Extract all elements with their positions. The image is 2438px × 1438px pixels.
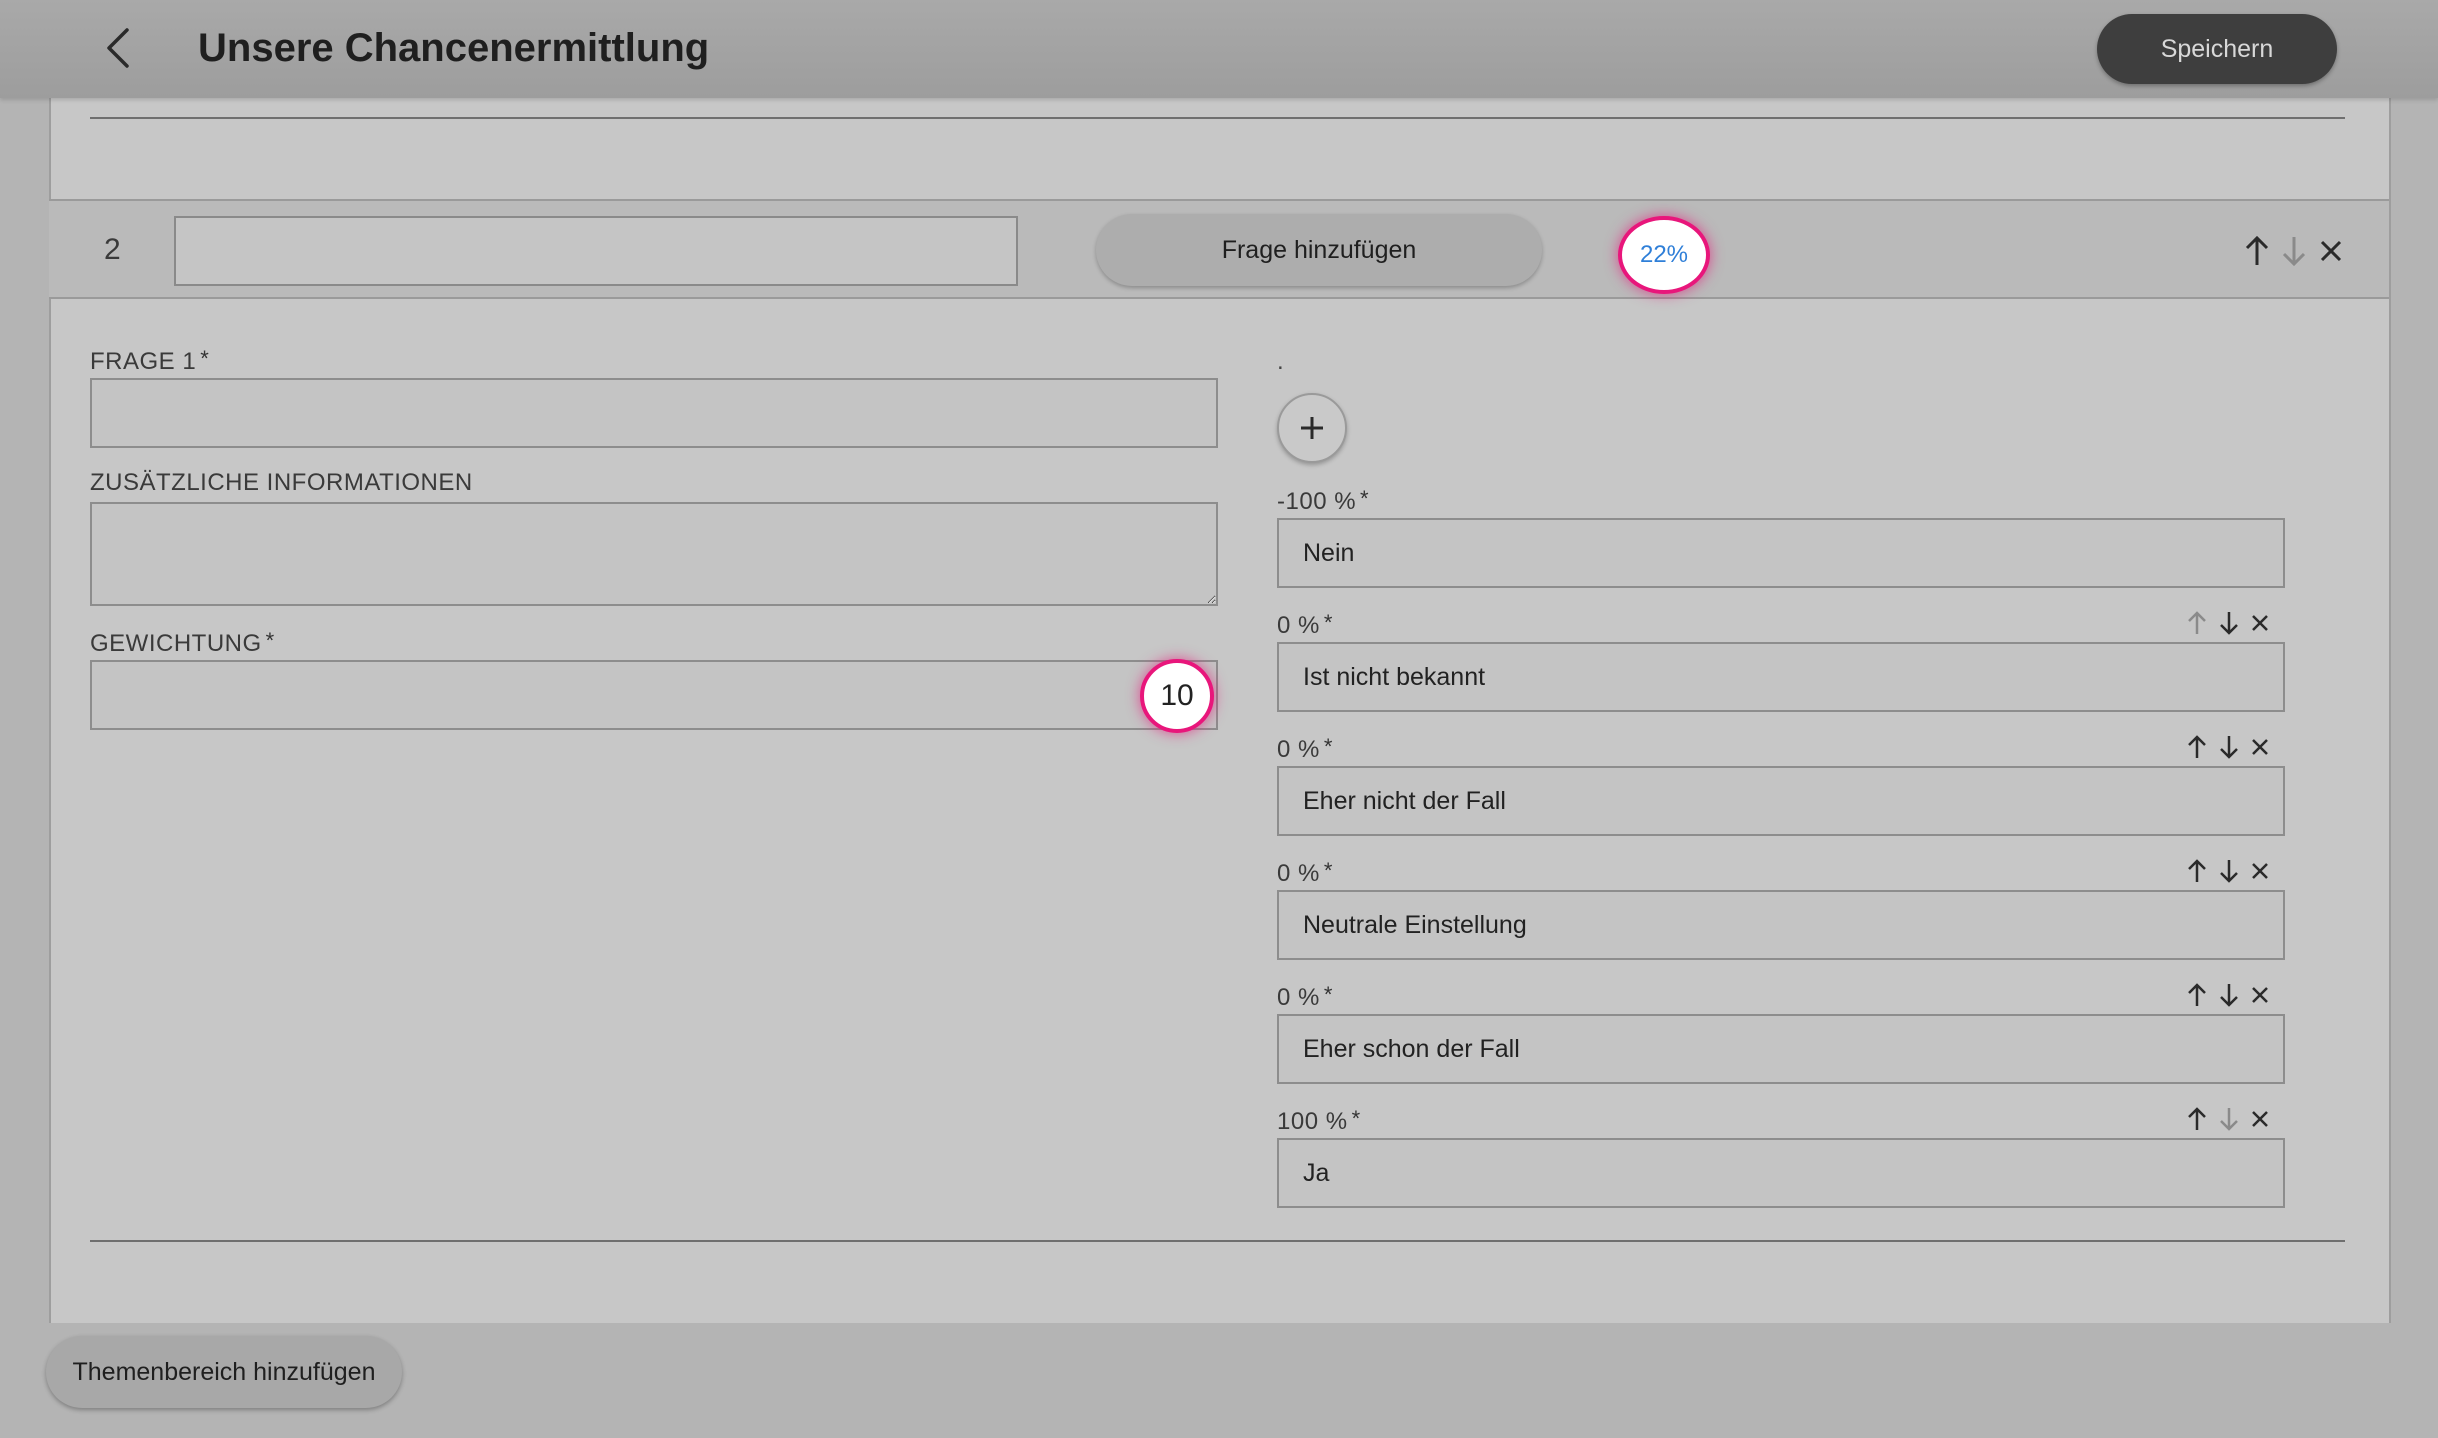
answer-move-up-button[interactable] [2183,732,2211,762]
app-header: Unsere Chancenermittlung Speichern [0,0,2438,98]
answer-input[interactable]: Eher nicht der Fall [1277,766,2285,836]
answer-percent-label: 0 % * [1277,856,1333,889]
section-percent-badge: 22% [1618,216,1710,294]
answer-move-down-button[interactable] [2215,732,2243,762]
back-button[interactable] [96,22,140,74]
weight-value-badge: 10 [1140,659,1214,733]
answer-percent-text: 100 % [1277,1108,1348,1135]
answer-move-down-button[interactable] [2215,856,2243,886]
plus-icon [1301,417,1323,439]
answer-move-up-button[interactable] [2183,856,2211,886]
answer-move-down-button[interactable] [2215,1104,2243,1134]
arrow-up-icon [2188,735,2206,758]
answer-percent-text: 0 % [1277,736,1320,763]
section-number: 2 [104,233,121,266]
weight-label-text: GEWICHTUNG [90,630,262,657]
arrow-down-icon [2220,1108,2238,1131]
close-icon [2252,863,2268,879]
answer-delete-button[interactable] [2247,981,2273,1009]
arrow-down-icon [2220,984,2238,1007]
answer-input[interactable]: Ja [1277,1138,2285,1208]
answer-percent-text: 0 % [1277,860,1320,887]
arrow-down-icon [2220,860,2238,883]
arrow-up-icon [2188,611,2206,634]
arrow-down-icon [2220,612,2238,635]
page-title: Unsere Chancenermittlung [198,26,710,70]
question-label-text: FRAGE 1 [90,348,197,375]
answer-delete-button[interactable] [2247,733,2273,761]
answer-input[interactable]: Nein [1277,518,2285,588]
answer-move-down-button[interactable] [2215,980,2243,1010]
answer-text: Ist nicht bekannt [1303,662,1486,691]
required-marker: * [1360,486,1370,511]
close-icon [2252,615,2268,631]
answer-text: Ja [1303,1158,1330,1187]
divider-top [90,117,2345,119]
answer-percent-text: -100 % [1277,488,1357,515]
required-marker: * [1351,1106,1361,1131]
info-textarea[interactable] [90,502,1218,606]
answer-move-up-button[interactable] [2183,1104,2211,1134]
question-input[interactable] [90,378,1218,448]
answer-move-down-button[interactable] [2215,608,2243,638]
answer-text: Eher nicht der Fall [1303,786,1506,815]
weight-label: GEWICHTUNG * [90,626,275,659]
close-icon [2252,1111,2268,1127]
close-icon [2252,739,2268,755]
required-marker: * [265,628,275,653]
required-marker: * [1323,734,1333,759]
arrow-up-icon [2245,235,2269,265]
answer-delete-button[interactable] [2247,1105,2273,1133]
arrow-up-icon [2188,1107,2206,1130]
answer-percent-label: 0 % * [1277,732,1333,765]
answers-marker: . [1277,348,1284,375]
arrow-up-icon [2188,859,2206,882]
answer-input[interactable]: Eher schon der Fall [1277,1014,2285,1084]
section-move-down-button[interactable] [2279,234,2309,268]
arrow-down-icon [2282,237,2306,267]
answer-percent-text: 0 % [1277,984,1320,1011]
answer-percent-text: 0 % [1277,612,1320,639]
add-topic-button[interactable]: Themenbereich hinzufügen [46,1336,402,1408]
answer-delete-button[interactable] [2247,857,2273,885]
answer-percent-label: 0 % * [1277,608,1333,641]
required-marker: * [200,346,210,371]
required-marker: * [1323,858,1333,883]
answer-text: Nein [1303,538,1355,567]
question-label: FRAGE 1 * [90,344,209,377]
answer-text: Eher schon der Fall [1303,1034,1520,1063]
arrow-down-icon [2220,736,2238,759]
close-icon [2320,240,2342,262]
divider-bottom [90,1240,2345,1242]
add-question-button[interactable]: Frage hinzufügen [1096,214,1542,286]
answer-input[interactable]: Ist nicht bekannt [1277,642,2285,712]
arrow-up-icon [2188,983,2206,1006]
answer-percent-label: -100 % * [1277,484,1369,517]
info-label: ZUSÄTZLICHE INFORMATIONEN [90,469,473,496]
chevron-left-icon [107,28,129,68]
required-marker: * [1323,610,1333,635]
answer-move-up-button[interactable] [2183,980,2211,1010]
answer-delete-button[interactable] [2247,609,2273,637]
answer-percent-label: 100 % * [1277,1104,1361,1137]
answer-move-up-button[interactable] [2183,608,2211,638]
answer-text: Neutrale Einstellung [1303,910,1527,939]
weight-input[interactable] [90,660,1218,730]
required-marker: * [1323,982,1333,1007]
answer-input[interactable]: Neutrale Einstellung [1277,890,2285,960]
section-name-input[interactable] [174,216,1018,286]
section-move-up-button[interactable] [2242,234,2272,268]
section-delete-button[interactable] [2316,236,2346,266]
close-icon [2252,987,2268,1003]
add-answer-button[interactable] [1277,393,1347,463]
answer-percent-label: 0 % * [1277,980,1333,1013]
save-button[interactable]: Speichern [2097,14,2337,84]
